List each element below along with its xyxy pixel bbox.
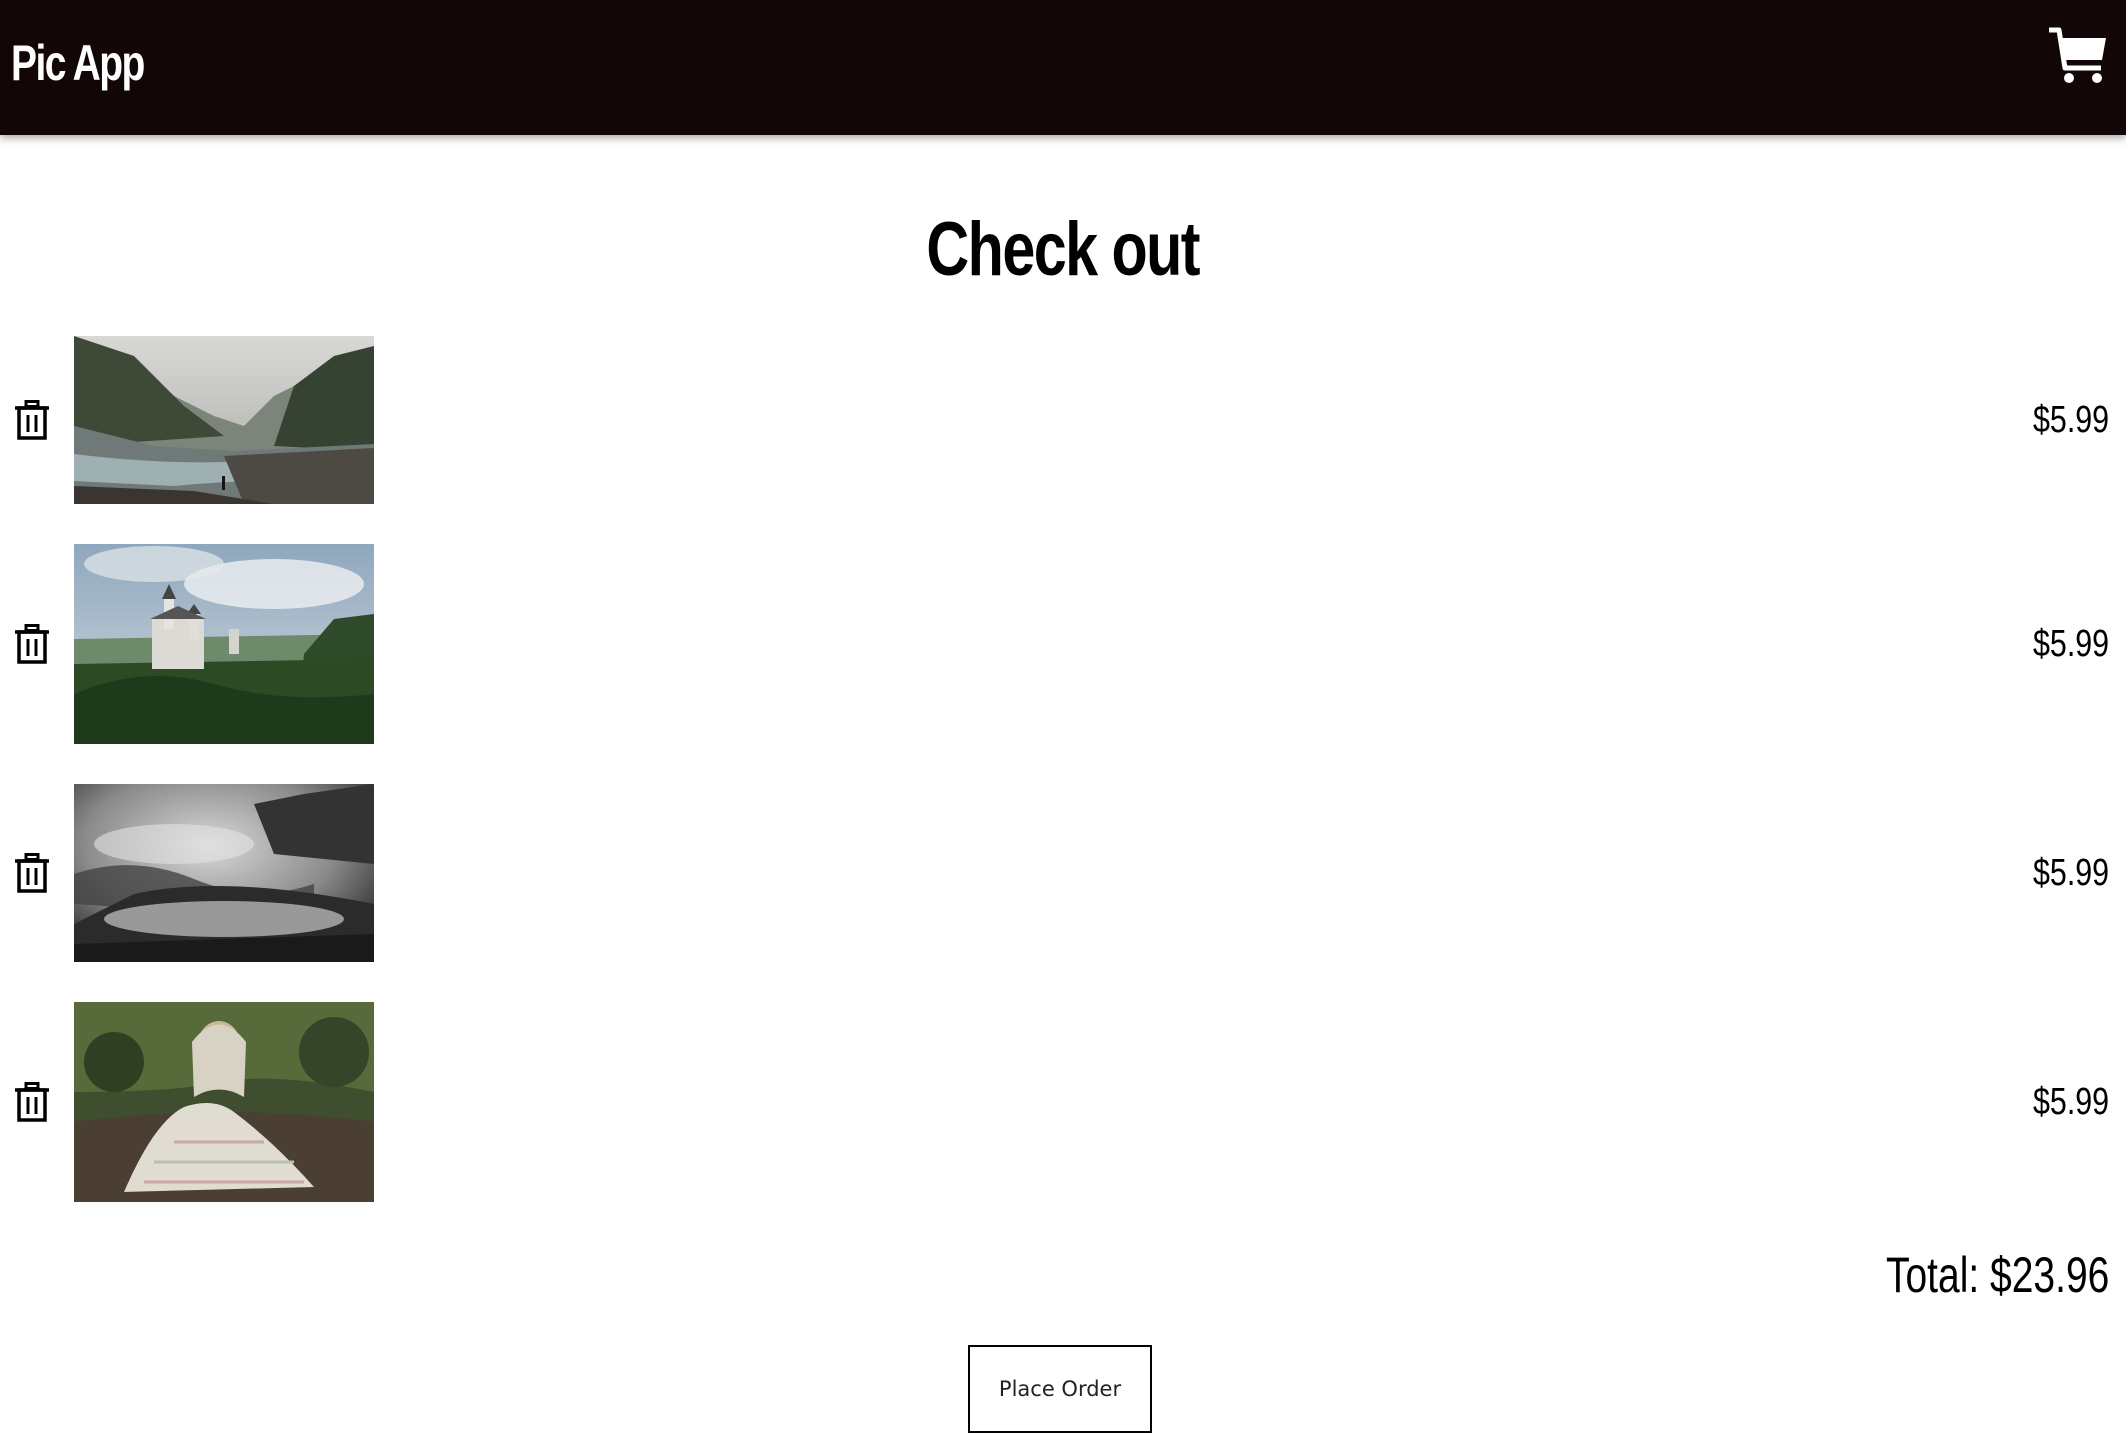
item-image [74, 784, 374, 962]
item-image [74, 544, 374, 744]
item-price: $5.99 [2032, 852, 2109, 894]
cart-item: $5.99 [0, 336, 2126, 504]
item-price: $5.99 [2032, 623, 2109, 665]
item-price: $5.99 [2032, 399, 2109, 441]
cart-icon[interactable] [2047, 24, 2109, 86]
cart-item: $5.99 [0, 784, 2126, 962]
item-image [74, 336, 374, 504]
item-image [74, 1002, 374, 1202]
order-total: Total: $23.96 [1885, 1247, 2109, 1303]
cart-item: $5.99 [0, 544, 2126, 744]
place-order-button[interactable]: Place Order [968, 1345, 1152, 1433]
item-price: $5.99 [2032, 1081, 2109, 1123]
trash-icon[interactable] [14, 853, 50, 893]
trash-icon[interactable] [14, 400, 50, 440]
app-title[interactable]: Pic App [11, 28, 145, 98]
page-title: Check out [926, 207, 1201, 292]
trash-icon[interactable] [14, 1082, 50, 1122]
app-header: Pic App [0, 0, 2126, 135]
trash-icon[interactable] [14, 624, 50, 664]
cart-item: $5.99 [0, 1002, 2126, 1202]
